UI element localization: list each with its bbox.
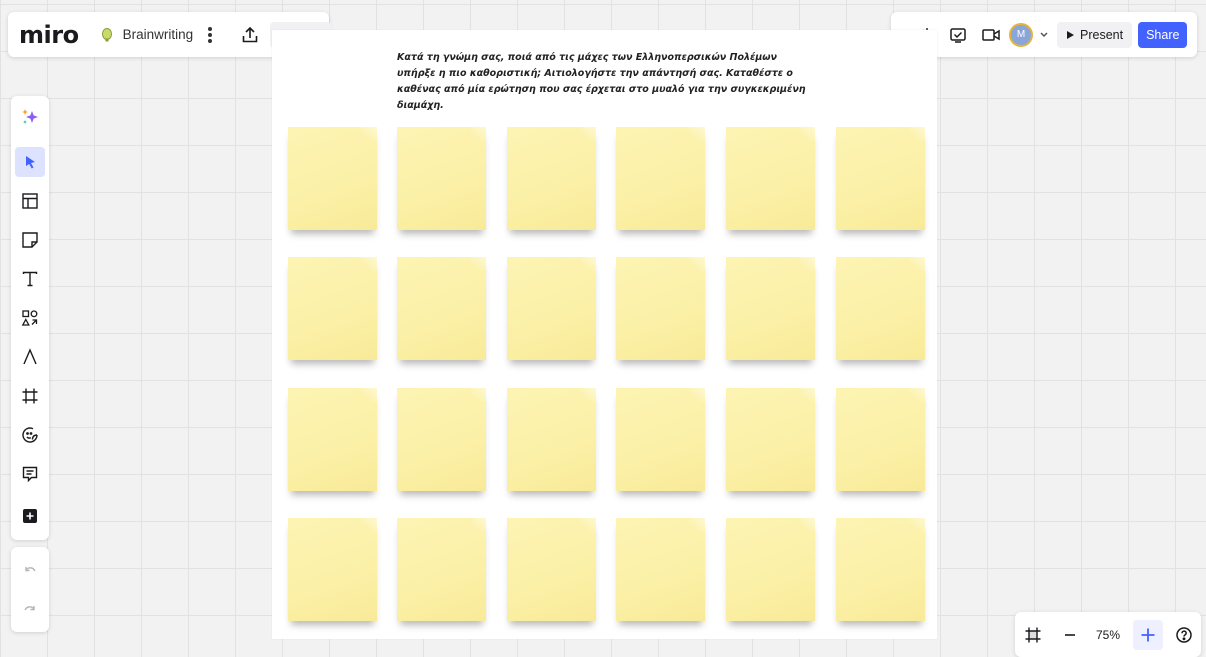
add-more-icon[interactable] xyxy=(15,501,45,531)
sticky-note[interactable] xyxy=(836,388,925,491)
miro-logo[interactable]: miro xyxy=(19,21,79,49)
board-frame[interactable]: Κατά τη γνώμη σας, ποιά από τις μάχες τω… xyxy=(272,30,937,639)
zoom-level[interactable]: 75% xyxy=(1096,628,1120,642)
board-name[interactable]: Brainwriting xyxy=(123,27,194,42)
sticky-note[interactable] xyxy=(507,127,596,230)
sticky-note[interactable] xyxy=(288,127,377,230)
pen-icon[interactable] xyxy=(15,342,45,372)
share-button[interactable]: Share xyxy=(1138,21,1188,48)
creation-toolbar xyxy=(11,96,49,540)
shapes-icon[interactable] xyxy=(15,303,45,333)
sticky-note[interactable] xyxy=(726,518,815,621)
more-options-icon[interactable] xyxy=(207,26,213,44)
present-button[interactable]: Present xyxy=(1057,21,1133,48)
templates-icon[interactable] xyxy=(15,186,45,216)
undo-icon[interactable] xyxy=(15,556,45,586)
timer-check-icon[interactable] xyxy=(949,26,967,44)
fit-to-screen-icon[interactable] xyxy=(1024,626,1042,644)
sticky-note[interactable] xyxy=(288,518,377,621)
sticky-note[interactable] xyxy=(836,257,925,360)
ai-sparkle-icon[interactable] xyxy=(15,102,45,132)
present-label: Present xyxy=(1080,27,1124,42)
sticky-note-icon[interactable] xyxy=(15,225,45,255)
sticky-note[interactable] xyxy=(397,518,486,621)
emoji-stickers-icon[interactable] xyxy=(15,420,45,450)
sticky-note[interactable] xyxy=(726,257,815,360)
sticky-note[interactable] xyxy=(507,388,596,491)
board-emoji-icon[interactable] xyxy=(99,27,115,43)
sticky-note[interactable] xyxy=(616,257,705,360)
sticky-note[interactable] xyxy=(397,257,486,360)
sticky-note[interactable] xyxy=(288,388,377,491)
chevron-down-icon[interactable] xyxy=(1039,31,1049,39)
frame-tool-icon[interactable] xyxy=(15,381,45,411)
zoom-controls: 75% xyxy=(1015,612,1201,657)
sticky-note[interactable] xyxy=(507,518,596,621)
sticky-note[interactable] xyxy=(616,127,705,230)
text-tool-icon[interactable] xyxy=(15,264,45,294)
sticky-note[interactable] xyxy=(397,127,486,230)
video-call-icon[interactable] xyxy=(981,26,1001,44)
sticky-note[interactable] xyxy=(397,388,486,491)
sticky-note[interactable] xyxy=(726,388,815,491)
sticky-note[interactable] xyxy=(726,127,815,230)
sticky-note[interactable] xyxy=(288,257,377,360)
zoom-in-icon[interactable] xyxy=(1133,619,1164,650)
play-icon xyxy=(1067,30,1074,39)
redo-icon[interactable] xyxy=(15,594,45,624)
sticky-note[interactable] xyxy=(616,518,705,621)
question-text[interactable]: Κατά τη γνώμη σας, ποιά από τις μάχες τω… xyxy=(397,50,817,114)
help-icon[interactable] xyxy=(1175,626,1193,644)
history-controls xyxy=(11,547,49,632)
user-menu[interactable]: M xyxy=(1009,22,1049,47)
zoom-out-icon[interactable] xyxy=(1064,629,1076,641)
sticky-note[interactable] xyxy=(507,257,596,360)
avatar[interactable]: M xyxy=(1009,22,1033,47)
comment-icon[interactable] xyxy=(15,459,45,489)
sticky-note[interactable] xyxy=(836,518,925,621)
export-icon[interactable] xyxy=(241,26,259,44)
sticky-note[interactable] xyxy=(616,388,705,491)
sticky-note[interactable] xyxy=(836,127,925,230)
select-tool-icon[interactable] xyxy=(15,147,45,177)
